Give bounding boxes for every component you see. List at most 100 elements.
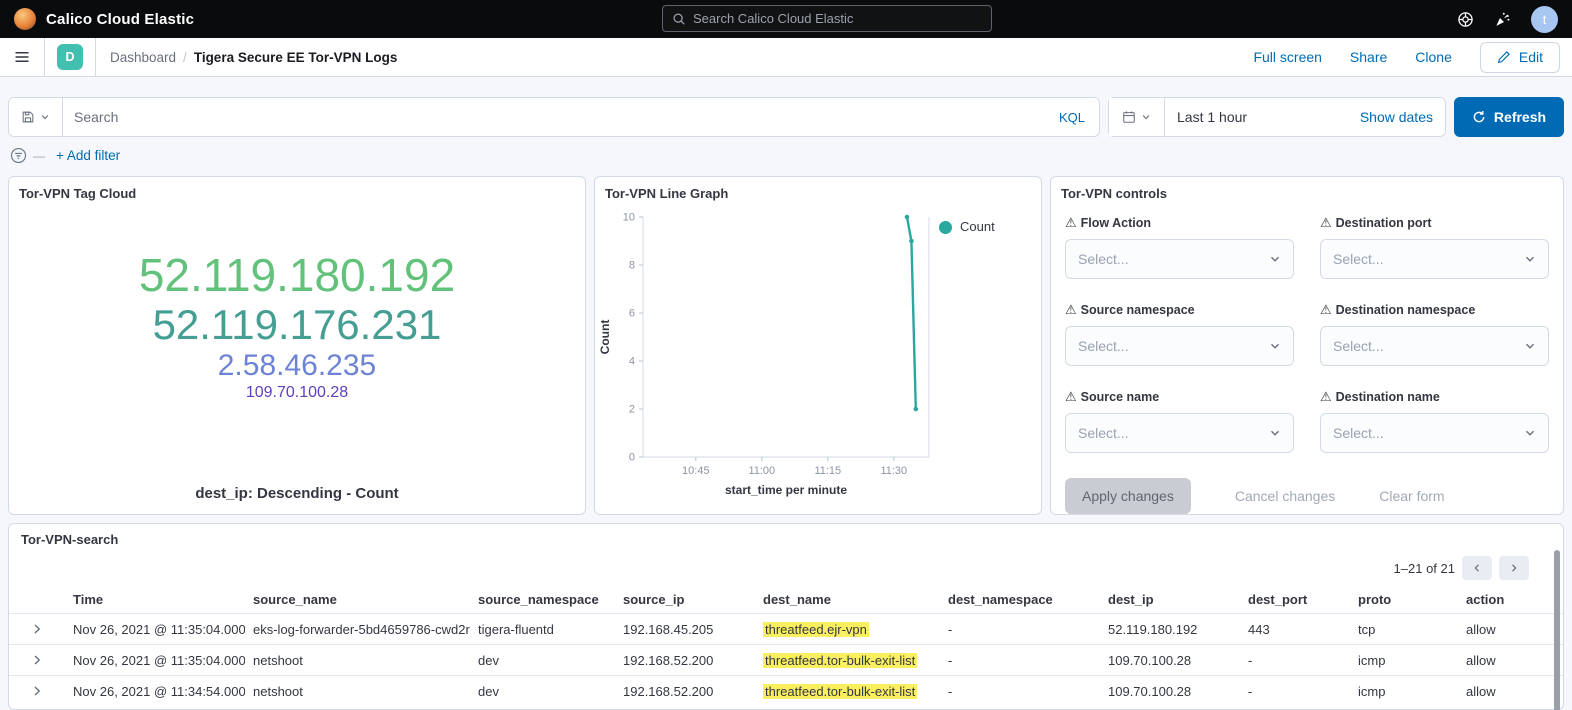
- controls-grid: ⚠Flow Action Select... ⚠Destination port…: [1051, 203, 1563, 453]
- global-search-box[interactable]: [662, 5, 992, 32]
- control-field-label: ⚠Flow Action: [1065, 215, 1294, 231]
- column-header[interactable]: dest_name: [755, 592, 940, 607]
- breadcrumb-separator: /: [183, 50, 187, 65]
- svg-text:Count: Count: [598, 320, 612, 355]
- control-field-label: ⚠Destination name: [1320, 389, 1549, 405]
- saved-query-menu-button[interactable]: [9, 98, 63, 136]
- column-header[interactable]: dest_namespace: [940, 592, 1100, 607]
- show-dates-button[interactable]: Show dates: [1348, 109, 1445, 125]
- table-cell-dest_port: -: [1240, 684, 1350, 699]
- svg-text:11:30: 11:30: [880, 465, 907, 477]
- dashboard-actions: Full screen Share Clone Edit: [1253, 42, 1560, 73]
- celebration-icon[interactable]: [1494, 11, 1511, 28]
- column-header[interactable]: dest_port: [1240, 592, 1350, 607]
- calendar-icon: [1122, 110, 1136, 124]
- line-chart-area: 024681010:4511:0011:1511:30start_time pe…: [595, 203, 1041, 507]
- chevron-down-icon: [40, 112, 50, 122]
- next-page-button[interactable]: [1499, 556, 1529, 580]
- filter-row: — + Add filter: [8, 137, 1564, 164]
- search-input[interactable]: [63, 109, 1045, 125]
- control-select[interactable]: Select...: [1065, 413, 1294, 453]
- control-select[interactable]: Select...: [1320, 326, 1549, 366]
- table-row[interactable]: Nov 26, 2021 @ 11:34:54.000netshootdev19…: [9, 675, 1563, 706]
- column-header[interactable]: proto: [1350, 592, 1458, 607]
- table-cell-source_namespace: dev: [470, 653, 615, 668]
- control-field-label: ⚠Source name: [1065, 389, 1294, 405]
- calendar-menu-button[interactable]: [1109, 98, 1165, 136]
- tag-cloud-term[interactable]: 52.119.176.231: [9, 301, 585, 349]
- table-row[interactable]: Nov 26, 2021 @ 11:35:04.000eks-log-forwa…: [9, 613, 1563, 644]
- add-filter-button[interactable]: + Add filter: [56, 148, 120, 163]
- apply-changes-button[interactable]: Apply changes: [1065, 478, 1191, 514]
- control-field: ⚠Source namespace Select...: [1065, 302, 1294, 366]
- search-icon: [672, 12, 686, 26]
- warning-icon: ⚠: [1320, 215, 1332, 231]
- control-select[interactable]: Select...: [1320, 413, 1549, 453]
- filter-icon[interactable]: [10, 147, 27, 164]
- edit-button[interactable]: Edit: [1480, 42, 1560, 73]
- control-select[interactable]: Select...: [1065, 239, 1294, 279]
- column-header[interactable]: source_name: [245, 592, 470, 607]
- control-field: ⚠Destination namespace Select...: [1320, 302, 1549, 366]
- table-row[interactable]: Nov 26, 2021 @ 11:35:04.000netshootdev19…: [9, 644, 1563, 675]
- tag-cloud-term[interactable]: 52.119.180.192: [9, 249, 585, 301]
- column-header[interactable]: source_namespace: [470, 592, 615, 607]
- svg-text:8: 8: [629, 260, 635, 272]
- table-cell-source_namespace: tigera-fluentd: [470, 622, 615, 637]
- chevron-down-icon: [1269, 340, 1281, 352]
- column-header[interactable]: source_ip: [615, 592, 755, 607]
- tag-cloud-term[interactable]: 109.70.100.28: [9, 384, 585, 402]
- kql-language-button[interactable]: KQL: [1045, 110, 1099, 125]
- dashboard-grid: Tor-VPN Tag Cloud 52.119.180.19252.119.1…: [0, 164, 1572, 515]
- table-cell-proto: tcp: [1350, 622, 1458, 637]
- table-body: Nov 26, 2021 @ 11:35:04.000eks-log-forwa…: [9, 613, 1563, 706]
- tag-cloud-term[interactable]: 2.58.46.235: [9, 349, 585, 383]
- dashboard-badge[interactable]: D: [57, 44, 83, 70]
- select-placeholder: Select...: [1333, 425, 1384, 441]
- pencil-icon: [1497, 50, 1511, 64]
- select-placeholder: Select...: [1078, 425, 1129, 441]
- results-table: Timesource_namesource_namespacesource_ip…: [9, 585, 1563, 706]
- tag-cloud-panel-title: Tor-VPN Tag Cloud: [9, 177, 585, 203]
- control-field: ⚠Source name Select...: [1065, 389, 1294, 453]
- highlighted-value: threatfeed.tor-bulk-exit-list: [763, 684, 917, 699]
- chevron-down-icon: [1524, 340, 1536, 352]
- user-avatar[interactable]: t: [1531, 6, 1558, 33]
- table-cell-action: allow: [1458, 684, 1563, 699]
- expand-row-button[interactable]: [9, 654, 65, 666]
- time-range-value[interactable]: Last 1 hour: [1165, 109, 1259, 125]
- breadcrumb-bar: D Dashboard / Tigera Secure EE Tor-VPN L…: [0, 38, 1572, 77]
- chevron-down-icon: [1141, 112, 1151, 122]
- column-header[interactable]: action: [1458, 592, 1563, 607]
- previous-page-button[interactable]: [1462, 556, 1492, 580]
- control-field: ⚠Destination port Select...: [1320, 215, 1549, 279]
- clone-button[interactable]: Clone: [1415, 49, 1452, 65]
- menu-icon[interactable]: [0, 38, 44, 76]
- clear-form-button[interactable]: Clear form: [1379, 488, 1444, 504]
- global-search-input[interactable]: [693, 11, 982, 26]
- table-cell-dest_namespace: -: [940, 622, 1100, 637]
- cancel-changes-button[interactable]: Cancel changes: [1235, 488, 1335, 504]
- control-select[interactable]: Select...: [1320, 239, 1549, 279]
- column-header[interactable]: Time: [65, 592, 245, 607]
- chevron-down-icon: [1269, 427, 1281, 439]
- expand-row-button[interactable]: [9, 623, 65, 635]
- breadcrumb-dashboard[interactable]: Dashboard: [110, 50, 176, 65]
- divider: [44, 38, 45, 76]
- column-header[interactable]: dest_ip: [1100, 592, 1240, 607]
- share-button[interactable]: Share: [1350, 49, 1387, 65]
- table-header-row: Timesource_namesource_namespacesource_ip…: [9, 585, 1563, 613]
- control-select[interactable]: Select...: [1065, 326, 1294, 366]
- page-title: Tigera Secure EE Tor-VPN Logs: [194, 50, 398, 65]
- warning-icon: ⚠: [1320, 389, 1332, 405]
- full-screen-button[interactable]: Full screen: [1253, 49, 1321, 65]
- header-right-icons: t: [1457, 6, 1558, 33]
- refresh-button[interactable]: Refresh: [1454, 97, 1564, 137]
- svg-text:11:00: 11:00: [748, 465, 775, 477]
- legend-dot-icon: [939, 221, 952, 234]
- expand-row-button[interactable]: [9, 685, 65, 697]
- help-icon[interactable]: [1457, 11, 1474, 28]
- legend-label[interactable]: Count: [960, 219, 995, 234]
- vertical-scrollbar[interactable]: [1554, 550, 1560, 710]
- table-cell-source_ip: 192.168.52.200: [615, 653, 755, 668]
